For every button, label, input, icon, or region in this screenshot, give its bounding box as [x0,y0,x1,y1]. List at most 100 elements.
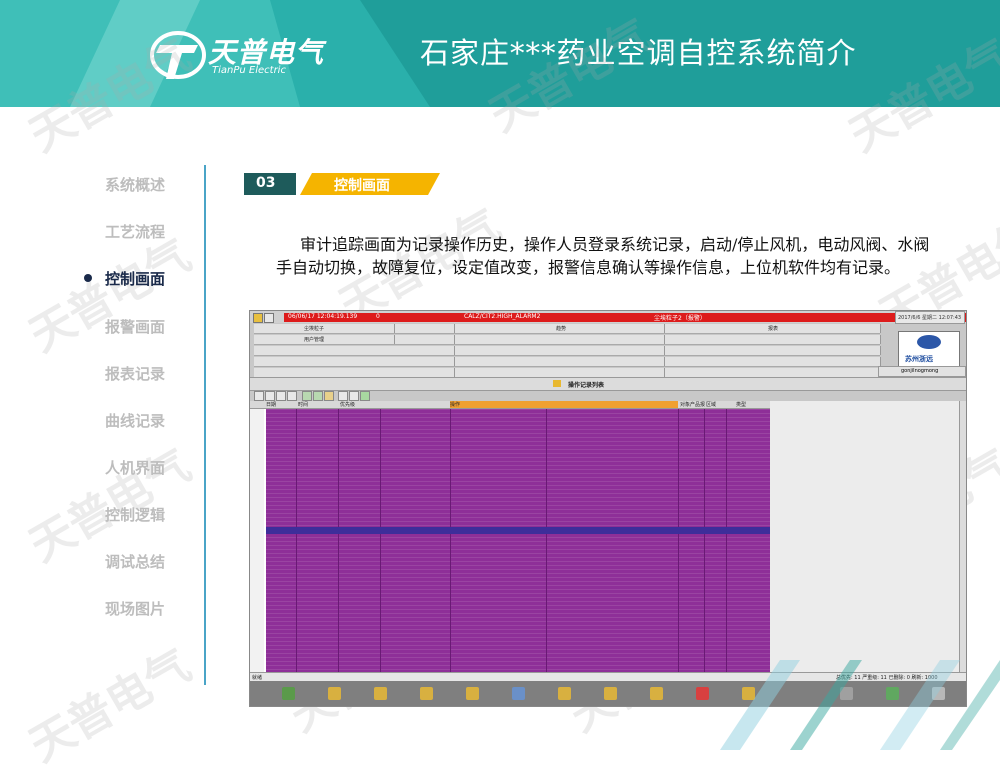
nav-item-overview[interactable]: 系统概述 [60,168,210,198]
company-badge: 苏州浙远 [898,331,960,368]
slot-button[interactable] [678,335,881,344]
section-title: 控制画面 [300,173,440,195]
button-row [254,346,881,356]
vertical-scrollbar[interactable] [959,401,966,672]
column-separator [450,409,451,672]
home-icon[interactable] [282,687,295,700]
slot-button[interactable] [678,357,881,366]
oplist-title-bar: 操作记录列表 [250,377,966,391]
save-icon[interactable] [265,391,275,401]
section-number-text: 03 [256,175,276,191]
user-field-text: gonjilnogmong [901,368,939,374]
slot-button[interactable] [254,368,455,377]
alarm-zero: 0 [376,313,380,320]
clock-text: 2017/6/6 星期二 12:07:43 [898,315,962,321]
button-row: 尘埃粒子 趋势 报表 [254,324,881,334]
alarm-time: 06/06/17 12:04:19.139 [288,313,358,320]
nav-item-commissioning[interactable]: 调试总结 [60,545,210,575]
oplist-table: 日期 时间 优先级 操作 对象产品报 区域 类型 [250,401,966,672]
folder-icon [553,380,561,387]
user-management-button[interactable]: 用户管理 [254,335,395,344]
slot-button[interactable] [466,335,665,344]
nav-item-label: 控制画面 [105,270,166,288]
trend-button[interactable]: 趋势 [466,324,665,333]
slot-button[interactable] [254,357,455,366]
column-header-operation[interactable]: 操作 [450,401,678,408]
folder-icon[interactable] [558,687,571,700]
slot-button[interactable] [466,368,665,377]
nav-item-label: 报表记录 [105,365,166,383]
nav-item-label: 系统概述 [105,176,166,194]
window-icon [264,313,274,323]
table-header: 日期 时间 优先级 操作 对象产品报 区域 类型 [250,401,770,409]
column-header-priority[interactable]: 优先级 [340,401,380,408]
company-logo: 天普电气 TianPu Electric [150,25,340,85]
slot-button[interactable] [678,346,881,355]
user-field[interactable]: gonjilnogmong [878,366,966,377]
scada-top-bar: 06/06/17 12:04:19.139 0 CALZ/CIT2.HIGH_A… [250,311,966,324]
refresh-icon[interactable] [360,391,370,401]
delete-icon[interactable] [338,391,348,401]
copy-icon[interactable] [276,391,286,401]
button-row: 用户管理 [254,335,881,345]
slot-button[interactable] [254,346,455,355]
table-body [250,409,770,672]
button-label: 用户管理 [304,337,325,343]
nav-item-label: 控制逻辑 [105,506,166,524]
logo-brand-subtitle: TianPu Electric [212,65,286,76]
nav-item-control-screen[interactable]: 控制画面 [60,262,210,292]
slot-button[interactable] [466,346,665,355]
company-name: 苏州浙远 [905,355,933,363]
folder-icon[interactable] [374,687,387,700]
scada-audit-screenshot: 06/06/17 12:04:19.139 0 CALZ/CIT2.HIGH_A… [249,310,967,707]
nav-item-label: 报警画面 [105,318,166,336]
header-banner: 天普电气 TianPu Electric 石家庄***药业空调自控系统简介 [0,0,1000,107]
table-empty-area [770,401,960,672]
page-title: 石家庄***药业空调自控系统简介 [420,36,857,70]
system-clock: 2017/6/6 星期二 12:07:43 [895,311,965,324]
print-icon[interactable] [287,391,297,401]
nav-item-report-records[interactable]: 报表记录 [60,357,210,387]
section-description: 审计追踪画面为记录操作历史，操作人员登录系统记录，启动/停止风机，电动风阀、水阀… [276,235,930,277]
column-header-area[interactable]: 区域 [706,401,726,408]
nav-item-site-photos[interactable]: 现场图片 [60,592,210,622]
menu-icon [253,313,263,323]
nav-item-alarm-screen[interactable]: 报警画面 [60,310,210,340]
scada-button-panel: 尘埃粒子 趋势 报表 用户管理 [254,324,881,378]
filter-icon[interactable] [302,391,312,401]
report-button[interactable]: 报表 [678,324,881,333]
column-separator [546,409,547,672]
nav-item-trend-records[interactable]: 曲线记录 [60,404,210,434]
nav-item-process-flow[interactable]: 工艺流程 [60,215,210,245]
folder-icon[interactable] [420,687,433,700]
tianpu-logo-icon [150,31,206,79]
button-label: 趋势 [556,326,567,332]
column-header-type[interactable]: 类型 [736,401,766,408]
decorative-stripes [720,660,1000,750]
slot-button[interactable] [394,324,455,333]
slot-button[interactable] [394,335,455,344]
section-title-text: 控制画面 [334,178,390,194]
selected-table-row[interactable] [266,527,770,534]
column-separator [296,409,297,672]
nav-item-control-logic[interactable]: 控制逻辑 [60,498,210,528]
row-index-column [250,409,264,672]
particle-button[interactable]: 尘埃粒子 [254,324,395,333]
nav-item-label: 工艺流程 [105,223,166,241]
slot-button[interactable] [466,357,665,366]
watermark-text: 天普电气 [21,639,200,772]
sort-icon[interactable] [313,391,323,401]
folder-icon[interactable] [328,687,341,700]
new-icon[interactable] [254,391,264,401]
slot-button[interactable] [678,368,881,377]
nav-item-hmi[interactable]: 人机界面 [60,451,210,481]
export-icon[interactable] [324,391,334,401]
close-icon[interactable] [349,391,359,401]
column-header-date[interactable]: 日期 [266,401,296,408]
column-header-time[interactable]: 时间 [298,401,338,408]
status-left: 就绪 [252,675,263,681]
folder-icon[interactable] [466,687,479,700]
nav-item-label: 现场图片 [105,600,166,618]
monitor-icon[interactable] [512,687,525,700]
column-separator [726,409,727,672]
